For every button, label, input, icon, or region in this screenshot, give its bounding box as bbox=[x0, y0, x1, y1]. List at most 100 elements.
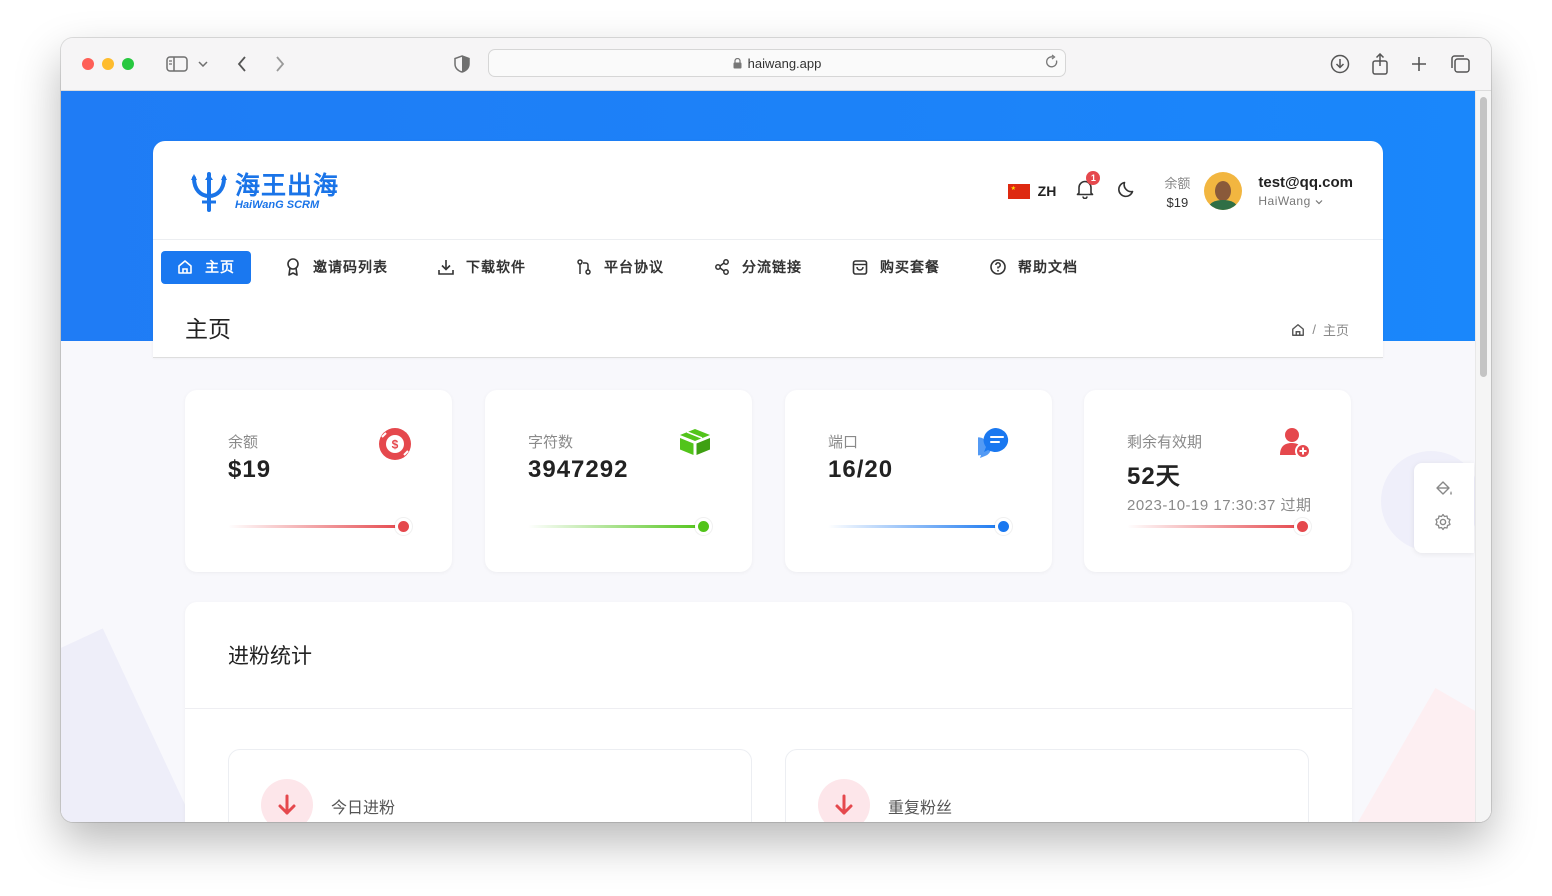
stat-label: 余额 bbox=[228, 434, 259, 451]
nav-label: 下载软件 bbox=[466, 259, 526, 275]
tab-overview-icon[interactable] bbox=[1447, 52, 1473, 76]
avatar[interactable] bbox=[1204, 172, 1243, 210]
header-balance: 余额 $19 bbox=[1164, 173, 1190, 210]
stat-value: 16/20 bbox=[828, 456, 894, 483]
back-icon[interactable] bbox=[229, 52, 255, 76]
nav-label: 分流链接 bbox=[742, 259, 802, 275]
download-icon bbox=[438, 259, 454, 275]
fan-stat-duplicate: 重复粉丝 bbox=[785, 749, 1309, 822]
lock-icon bbox=[733, 57, 742, 68]
nav-label: 帮助文档 bbox=[1018, 259, 1078, 275]
user-menu[interactable]: test@qq.com HaiWang bbox=[1258, 174, 1353, 208]
arrow-down-icon bbox=[261, 779, 313, 822]
background-decoration bbox=[1345, 688, 1491, 822]
nav-item-buy-package[interactable]: 购买套餐 bbox=[836, 251, 956, 284]
close-window-button[interactable] bbox=[82, 58, 94, 70]
minimize-window-button[interactable] bbox=[102, 58, 114, 70]
nav-label: 主页 bbox=[205, 259, 235, 275]
china-flag-icon[interactable]: ★ bbox=[1007, 183, 1030, 199]
balance-value: $19 bbox=[1166, 194, 1189, 210]
nav-item-split-links[interactable]: 分流链接 bbox=[698, 251, 818, 284]
brand-logo[interactable]: 海王出海 HaiWanG SCRM bbox=[189, 169, 339, 215]
dollar-circle-icon: $ bbox=[378, 427, 412, 466]
progress-knob bbox=[1294, 518, 1311, 535]
moon-icon[interactable] bbox=[1118, 180, 1136, 203]
share-sheet-icon[interactable] bbox=[1367, 52, 1393, 76]
notification-badge: 1 bbox=[1086, 170, 1101, 185]
stat-card-characters: 字符数 3947292 bbox=[485, 390, 752, 572]
sidebar-toggle-icon[interactable] bbox=[164, 52, 190, 76]
address-bar[interactable]: haiwang.app bbox=[488, 49, 1066, 77]
card-divider bbox=[185, 708, 1352, 709]
stat-label: 字符数 bbox=[528, 434, 574, 451]
bell-icon[interactable]: 1 bbox=[1076, 170, 1101, 204]
download-manager-icon[interactable] bbox=[1327, 52, 1353, 76]
page-content: 海王出海 HaiWanG SCRM ★ ZH 1 余额 $19 test@qq.… bbox=[61, 91, 1491, 822]
breadcrumb: / 主页 bbox=[1291, 320, 1349, 339]
new-tab-icon[interactable] bbox=[1406, 52, 1432, 76]
expiry-text: 2023-10-19 17:30:37 过期 bbox=[1127, 497, 1312, 514]
fan-stat-label: 今日进粉 bbox=[331, 800, 396, 817]
share-icon bbox=[714, 259, 730, 275]
breadcrumb-current: 主页 bbox=[1322, 323, 1349, 338]
nav-label: 平台协议 bbox=[604, 259, 664, 275]
main-nav: 主页 邀请码列表 下载软件 平台协议 分流链接 购买套餐 帮助文档 bbox=[161, 250, 1112, 284]
shopping-bag-icon bbox=[852, 259, 868, 275]
browser-toolbar: haiwang.app bbox=[61, 38, 1491, 91]
scrollbar[interactable] bbox=[1475, 91, 1491, 822]
paint-bucket-icon[interactable] bbox=[1434, 480, 1454, 498]
arrow-down-icon bbox=[818, 779, 870, 822]
chevron-down-icon bbox=[1315, 200, 1323, 205]
background-decoration bbox=[61, 628, 205, 822]
zoom-window-button[interactable] bbox=[122, 58, 134, 70]
progress-knob bbox=[395, 518, 412, 535]
progress-knob bbox=[995, 518, 1012, 535]
user-email: test@qq.com bbox=[1258, 174, 1353, 191]
package-icon bbox=[678, 427, 712, 462]
brand-subtitle: HaiWanG SCRM bbox=[235, 199, 320, 211]
gear-icon[interactable] bbox=[1434, 513, 1452, 531]
fans-stats-card: 进粉统计 今日进粉 重复粉丝 bbox=[185, 602, 1352, 822]
stat-card-ports: 端口 16/20 bbox=[785, 390, 1052, 572]
home-icon[interactable] bbox=[1291, 323, 1305, 337]
stat-card-validity: 剩余有效期 52天 2023-10-19 17:30:37 过期 bbox=[1084, 390, 1351, 572]
stat-label: 剩余有效期 bbox=[1127, 434, 1203, 451]
header-actions: ★ ZH 1 余额 $19 test@qq.com HaiWang bbox=[1007, 169, 1353, 213]
stat-value: 52天 bbox=[1127, 463, 1181, 490]
nav-item-help-docs[interactable]: 帮助文档 bbox=[974, 251, 1094, 284]
browser-window: haiwang.app 海王出海 HaiWanG SCRM ★ ZH 1 余额 … bbox=[61, 38, 1491, 822]
award-icon bbox=[285, 258, 301, 276]
stat-value: 3947292 bbox=[528, 456, 629, 483]
theme-customizer-panel bbox=[1414, 463, 1474, 553]
forward-icon[interactable] bbox=[267, 52, 293, 76]
progress-knob bbox=[695, 518, 712, 535]
brand-name: 海王出海 bbox=[235, 172, 340, 200]
nav-item-download[interactable]: 下载软件 bbox=[422, 251, 542, 284]
nav-label: 购买套餐 bbox=[880, 259, 940, 275]
stat-label: 端口 bbox=[828, 434, 859, 451]
user-name: HaiWang bbox=[1258, 194, 1311, 208]
fan-stat-today: 今日进粉 bbox=[228, 749, 752, 822]
breadcrumb-separator: / bbox=[1312, 322, 1316, 337]
help-circle-icon bbox=[990, 259, 1006, 275]
nav-item-home[interactable]: 主页 bbox=[161, 250, 251, 284]
scrollbar-thumb[interactable] bbox=[1480, 97, 1487, 377]
nav-item-invite-codes[interactable]: 邀请码列表 bbox=[269, 251, 404, 284]
user-name-row[interactable]: HaiWang bbox=[1258, 194, 1353, 208]
nav-item-platform-agreement[interactable]: 平台协议 bbox=[560, 251, 680, 284]
reload-icon[interactable] bbox=[1045, 54, 1059, 70]
git-compare-icon bbox=[576, 259, 592, 275]
url-text: haiwang.app bbox=[747, 55, 822, 71]
language-switch[interactable]: ZH bbox=[1038, 183, 1057, 199]
progress-bar bbox=[528, 525, 702, 528]
balance-label: 余额 bbox=[1164, 175, 1191, 191]
page-header: 主页 / 主页 bbox=[153, 294, 1383, 358]
progress-bar bbox=[1127, 525, 1301, 528]
chat-bubbles-icon bbox=[968, 427, 1012, 464]
user-plus-icon bbox=[1279, 427, 1311, 464]
stat-card-balance: 余额 $19 $ bbox=[185, 390, 452, 572]
page-title: 主页 bbox=[185, 316, 231, 342]
shield-icon[interactable] bbox=[449, 52, 475, 76]
chevron-down-icon[interactable] bbox=[195, 52, 211, 76]
svg-text:$: $ bbox=[392, 438, 399, 452]
